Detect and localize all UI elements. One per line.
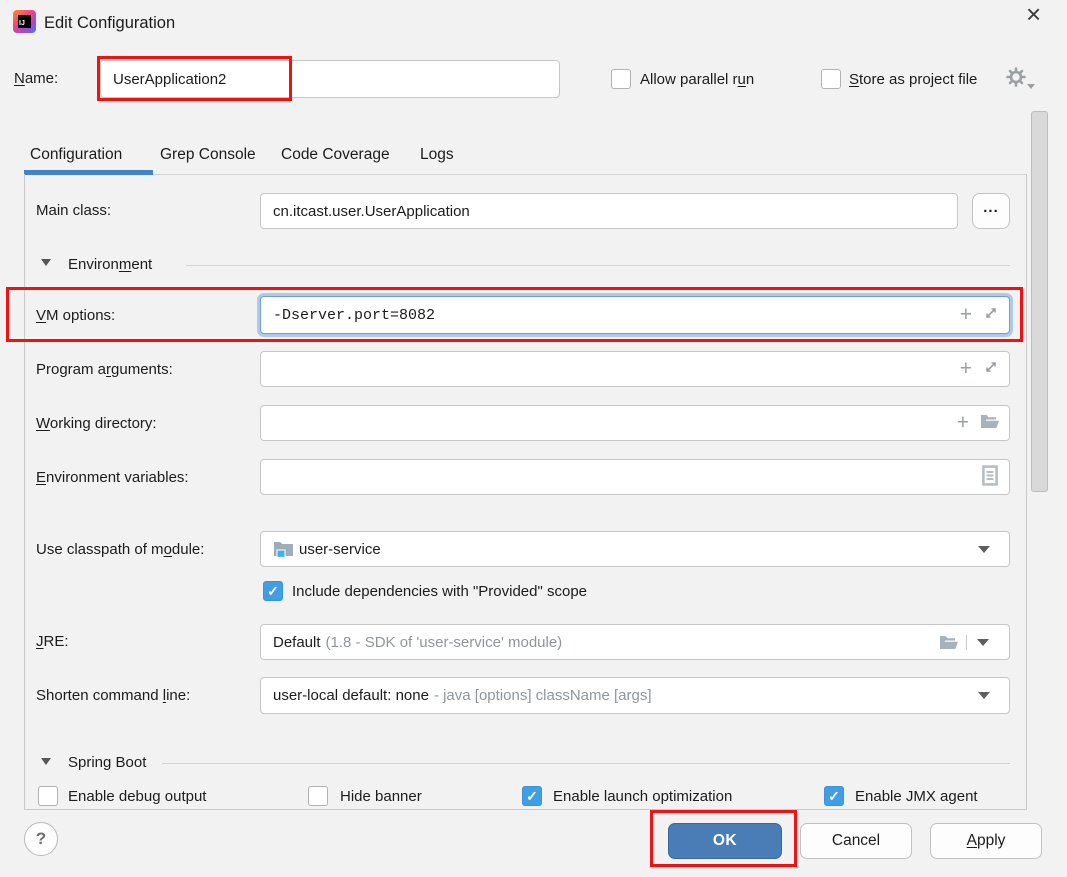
vertical-scrollbar-thumb[interactable]	[1031, 111, 1048, 492]
jre-label: JRE:	[36, 633, 69, 650]
hide-banner-label[interactable]: Hide banner	[340, 788, 422, 805]
shorten-value-hint: - java [options] className [args]	[433, 687, 652, 704]
module-dropdown-arrow-icon[interactable]	[969, 532, 999, 566]
enable-debug-output-label[interactable]: Enable debug output	[68, 788, 206, 805]
hide-banner-checkbox[interactable]	[308, 786, 328, 806]
add-program-argument-icon[interactable]: +	[960, 358, 972, 379]
working-directory-input[interactable]	[261, 406, 957, 440]
dialog-title: Edit Configuration	[44, 14, 176, 32]
shorten-value: user-local default: none	[273, 687, 429, 704]
name-field[interactable]	[100, 60, 560, 98]
environment-variables-input[interactable]	[261, 460, 981, 494]
program-arguments-field[interactable]: +	[260, 351, 1010, 387]
jre-combobox[interactable]: Default (1.8 - SDK of 'user-service' mod…	[260, 624, 1010, 660]
enable-launch-optimization-checkbox[interactable]: ✓	[522, 786, 542, 806]
working-directory-field[interactable]: +	[260, 405, 1010, 441]
expand-vm-options-icon[interactable]	[983, 305, 999, 325]
close-icon[interactable]: ×	[1026, 1, 1041, 27]
spring-boot-separator	[162, 763, 1010, 764]
jre-value-hint: (1.8 - SDK of 'user-service' module)	[325, 633, 563, 651]
shorten-dropdown-arrow-icon[interactable]	[969, 678, 999, 713]
shorten-command-line-label: Shorten command line:	[36, 687, 191, 704]
environment-variables-label: Environment variables:	[36, 469, 189, 486]
vm-options-field[interactable]: +	[260, 296, 1010, 334]
jre-dropdown-arrow-icon[interactable]	[966, 634, 999, 650]
name-input[interactable]	[101, 61, 549, 97]
tab-code-coverage[interactable]: Code Coverage	[281, 146, 390, 164]
module-value: user-service	[299, 540, 381, 558]
browse-main-class-button[interactable]: ...	[972, 193, 1010, 229]
gear-icon[interactable]	[1005, 66, 1027, 92]
add-working-directory-icon[interactable]: +	[957, 412, 969, 433]
environment-variables-field[interactable]	[260, 459, 1010, 495]
environment-collapse-icon[interactable]	[41, 259, 51, 266]
help-button[interactable]: ?	[24, 822, 58, 856]
spring-boot-collapse-icon[interactable]	[41, 758, 51, 765]
store-as-project-file-checkbox[interactable]	[821, 69, 841, 89]
add-vm-option-icon[interactable]: +	[960, 304, 972, 325]
enable-jmx-agent-label[interactable]: Enable JMX agent	[855, 788, 978, 805]
tab-configuration[interactable]: Configuration	[30, 146, 122, 164]
main-class-label: Main class:	[36, 202, 112, 219]
main-class-input[interactable]	[261, 194, 947, 228]
program-arguments-input[interactable]	[261, 352, 960, 386]
include-dependencies-checkbox[interactable]: ✓	[263, 581, 283, 601]
environment-variables-list-icon[interactable]	[981, 464, 999, 490]
intellij-logo-icon: IJ	[13, 10, 36, 33]
jre-browse-folder-icon[interactable]	[939, 635, 958, 650]
tab-logs[interactable]: Logs	[420, 146, 454, 164]
working-directory-label: Working directory:	[36, 415, 157, 432]
vm-options-label: VM options:	[36, 307, 116, 324]
environment-section-label[interactable]: Environment	[68, 256, 152, 273]
enable-jmx-agent-checkbox[interactable]: ✓	[824, 786, 844, 806]
allow-parallel-run-label[interactable]: Allow parallel run	[640, 71, 754, 88]
expand-program-arguments-icon[interactable]	[983, 359, 999, 379]
spring-boot-section-label[interactable]: Spring Boot	[68, 754, 146, 771]
apply-button[interactable]: Apply	[930, 823, 1042, 859]
main-class-field[interactable]	[260, 193, 958, 229]
shorten-command-line-combobox[interactable]: user-local default: none - java [options…	[260, 677, 1010, 714]
cancel-button[interactable]: Cancel	[800, 823, 912, 859]
jre-value: Default	[273, 633, 321, 651]
edit-configuration-dialog: IJ Edit Configuration × Name: Allow para…	[0, 0, 1067, 877]
environment-separator	[186, 265, 1010, 266]
tab-grep-console[interactable]: Grep Console	[160, 146, 256, 164]
module-combobox[interactable]: user-service	[260, 531, 1010, 567]
enable-launch-optimization-label[interactable]: Enable launch optimization	[553, 788, 732, 805]
ok-button[interactable]: OK	[668, 823, 782, 859]
name-label: Name:	[14, 70, 59, 87]
enable-debug-output-checkbox[interactable]	[38, 786, 58, 806]
store-as-project-file-label[interactable]: Store as project file	[849, 71, 977, 88]
use-classpath-label: Use classpath of module:	[36, 541, 205, 558]
spring-boot-options-row: Enable debug output Hide banner ✓ Enable…	[25, 779, 1026, 810]
allow-parallel-run-checkbox[interactable]	[611, 69, 631, 89]
module-folder-icon	[273, 540, 294, 558]
include-dependencies-label[interactable]: Include dependencies with "Provided" sco…	[292, 583, 587, 600]
gear-dropdown-caret-icon	[1027, 84, 1035, 89]
vm-options-input[interactable]	[261, 297, 960, 333]
folder-icon[interactable]	[980, 414, 999, 433]
program-arguments-label: Program arguments:	[36, 361, 173, 378]
